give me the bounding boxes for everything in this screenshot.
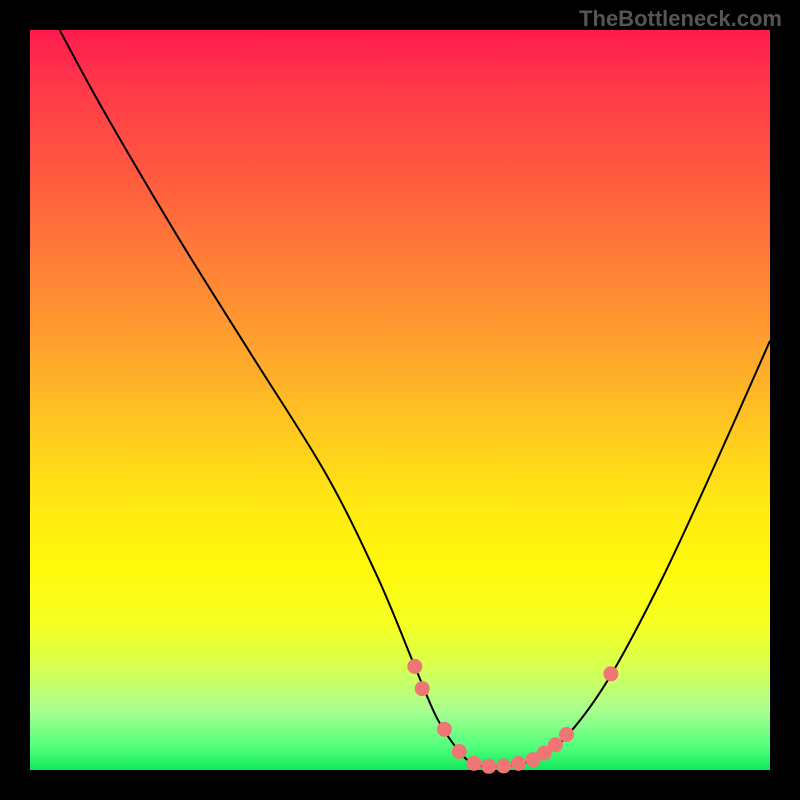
curve-marker-dot xyxy=(481,759,496,774)
curve-marker-dot xyxy=(496,758,511,773)
curve-marker-dot xyxy=(407,659,422,674)
curve-marker-dot xyxy=(603,666,618,681)
curve-marker-dot xyxy=(415,681,430,696)
curve-marker-dot xyxy=(511,756,526,771)
watermark-text: TheBottleneck.com xyxy=(579,6,782,32)
curve-marker-dot xyxy=(452,744,467,759)
bottleneck-chart-svg xyxy=(30,30,770,770)
curve-marker-dot xyxy=(437,722,452,737)
chart-plot-area xyxy=(30,30,770,770)
bottleneck-curve-line xyxy=(60,30,770,766)
curve-marker-dot xyxy=(548,737,563,752)
curve-marker-dot xyxy=(559,727,574,742)
curve-marker-group xyxy=(407,659,618,774)
curve-marker-dot xyxy=(467,756,482,771)
